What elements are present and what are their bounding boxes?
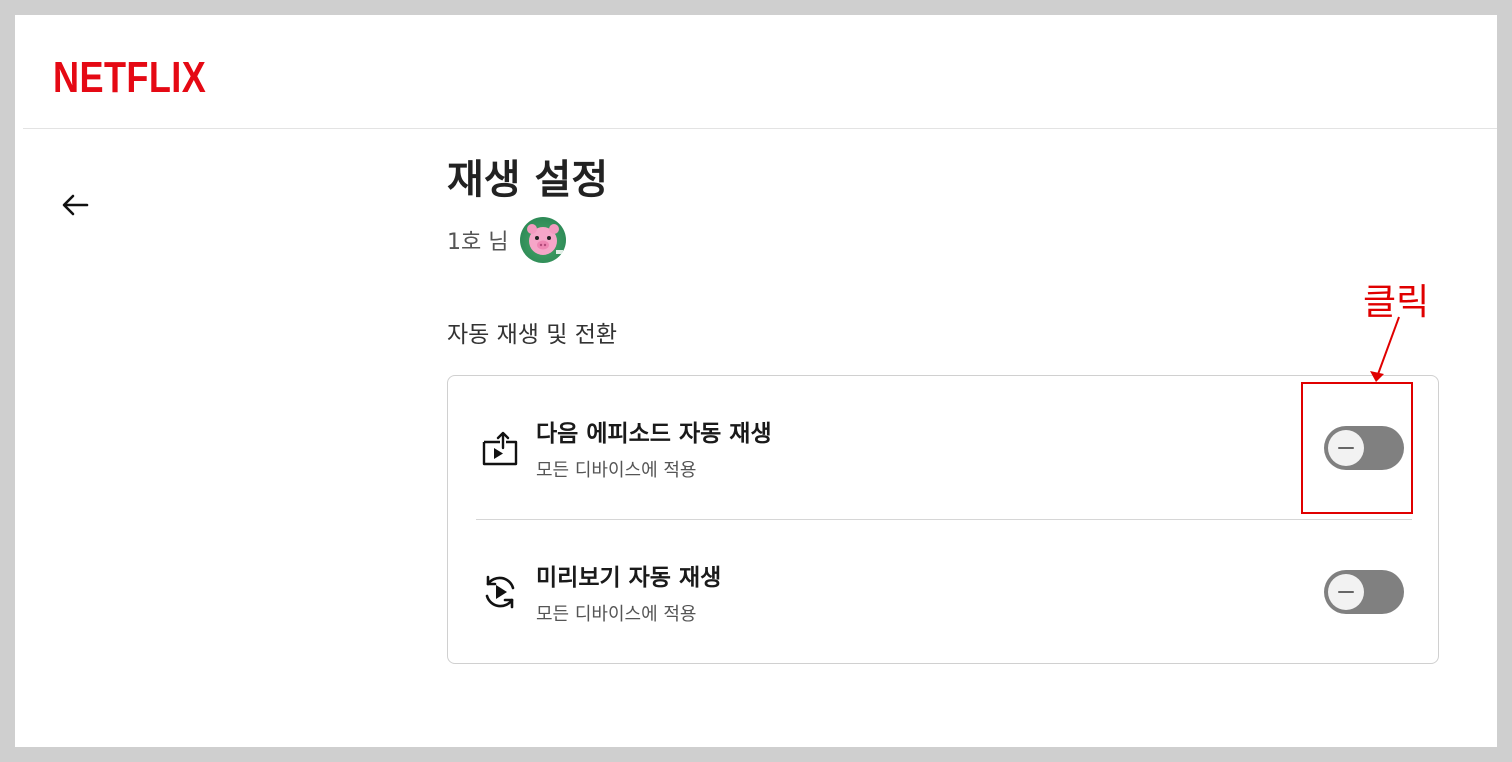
setting-title: 다음 에피소드 자동 재생 (536, 421, 772, 447)
back-button[interactable] (57, 187, 93, 223)
next-episode-play-icon (480, 428, 520, 468)
setting-subtitle: 모든 디바이스에 적용 (536, 460, 697, 481)
profile-info: 1호 님 (447, 217, 567, 263)
toggle-knob (1328, 574, 1364, 610)
page-title: 재생 설정 (447, 157, 609, 203)
top-header: NETFLIX (15, 15, 1497, 128)
annotation-arrow-icon (1370, 316, 1400, 382)
header-divider (23, 128, 1497, 129)
next-episode-autoplay-toggle[interactable] (1324, 426, 1404, 470)
arrow-left-icon (62, 194, 89, 216)
toggle-knob (1328, 430, 1364, 466)
setting-title: 미리보기 자동 재생 (536, 565, 722, 591)
setting-row-preview: 미리보기 자동 재생 모든 디바이스에 적용 (448, 520, 1438, 663)
pig-avatar-icon (520, 217, 567, 263)
section-title: 자동 재생 및 전환 (447, 322, 618, 348)
autoplay-settings-card: 다음 에피소드 자동 재생 모든 디바이스에 적용 미리보기 자동 재생 모든 … (447, 375, 1439, 664)
profile-name: 1호 님 (447, 230, 509, 255)
setting-subtitle: 모든 디바이스에 적용 (536, 604, 697, 625)
app-window: NETFLIX 재생 설정 1호 님 자동 재생 및 전환 다음 에피소드 자동… (15, 15, 1497, 747)
setting-row-next-episode: 다음 에피소드 자동 재생 모든 디바이스에 적용 (448, 376, 1438, 519)
minus-icon (1338, 591, 1354, 593)
preview-autoplay-toggle[interactable] (1324, 570, 1404, 614)
minus-icon (1338, 447, 1354, 449)
preview-autoplay-icon (480, 572, 520, 612)
netflix-logo[interactable]: NETFLIX (53, 53, 206, 103)
